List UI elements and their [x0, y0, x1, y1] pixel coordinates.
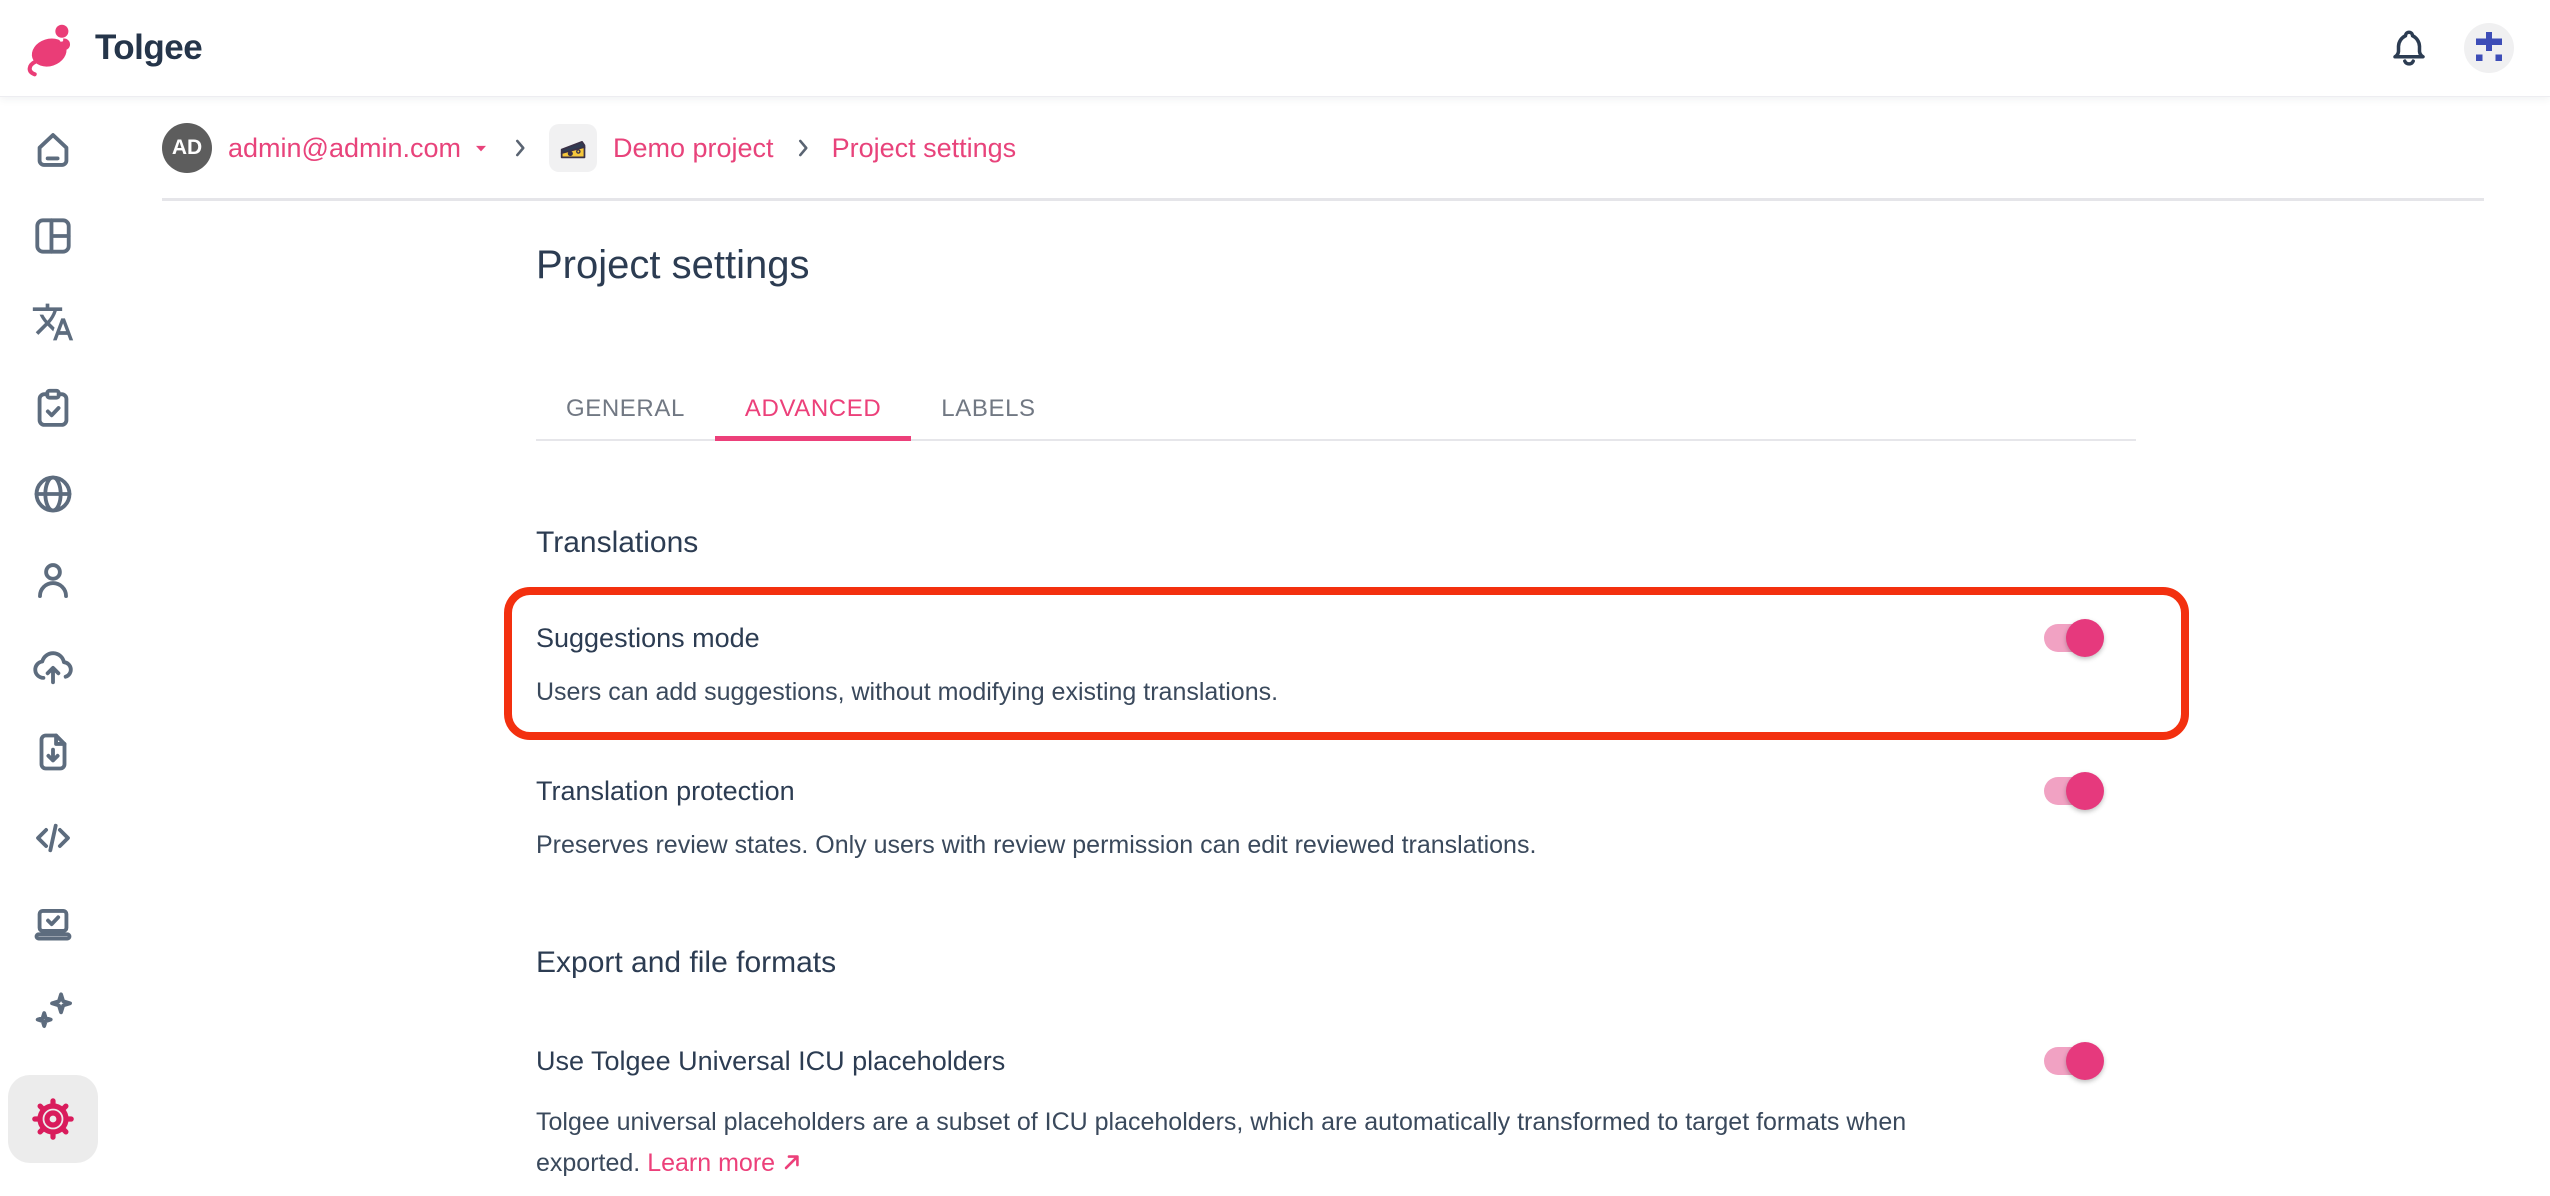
cheese-emoji-icon	[557, 132, 589, 164]
setting-label: Use Tolgee Universal ICU placeholders	[536, 1044, 1966, 1078]
user-initials-avatar[interactable]: AD	[162, 123, 212, 173]
tab-labels[interactable]: LABELS	[911, 379, 1065, 439]
home-icon	[30, 127, 76, 173]
sidebar-item-export[interactable]	[8, 709, 98, 795]
brand-name: Tolgee	[95, 28, 202, 68]
laptop-check-icon	[30, 901, 76, 947]
setting-label: Translation protection	[536, 774, 1536, 808]
main-content: AD admin@admin.com	[106, 97, 2550, 1196]
bell-icon	[2388, 27, 2430, 69]
tasks-clipboard-check-icon	[30, 385, 76, 431]
sidebar-item-translations[interactable]	[8, 279, 98, 365]
caret-down-icon	[471, 138, 491, 158]
learn-more-link[interactable]: Learn more	[647, 1149, 805, 1177]
chevron-right-icon	[507, 135, 533, 161]
top-bar: Tolgee	[0, 0, 2550, 97]
section-title-translations: Translations	[536, 524, 2136, 562]
sidebar-item-home[interactable]	[8, 107, 98, 193]
export-file-download-icon	[30, 729, 76, 775]
setting-description: Users can add suggestions, without modif…	[536, 676, 1278, 708]
section-title-export: Export and file formats	[536, 944, 2136, 982]
tab-advanced[interactable]: ADVANCED	[715, 379, 911, 439]
setting-description: Tolgee universal placeholders are a subs…	[536, 1102, 1966, 1184]
translate-icon	[31, 300, 75, 344]
setting-description: Preserves review states. Only users with…	[536, 829, 1536, 861]
sidebar	[0, 97, 106, 1196]
sidebar-item-import[interactable]	[8, 623, 98, 709]
breadcrumb: AD admin@admin.com	[162, 123, 2550, 173]
tolgee-mouse-logo-icon	[22, 19, 80, 77]
translation-protection-toggle[interactable]	[2044, 772, 2100, 810]
icu-placeholders-toggle[interactable]	[2044, 1042, 2100, 1080]
page-title: Project settings	[536, 241, 2136, 289]
sidebar-item-ai[interactable]	[8, 967, 98, 1053]
import-cloud-upload-icon	[30, 643, 76, 689]
breadcrumb-current-page: Project settings	[832, 133, 1017, 164]
highlight-annotation-box: Suggestions mode Users can add suggestio…	[504, 587, 2189, 740]
setting-row-translation-protection: Translation protection Preserves review …	[536, 774, 2136, 861]
setting-label: Suggestions mode	[536, 621, 1278, 655]
dashboard-icon	[30, 213, 76, 259]
notifications-button[interactable]	[2384, 23, 2434, 73]
breadcrumb-divider	[162, 198, 2484, 201]
setting-row-icu-placeholders: Use Tolgee Universal ICU placeholders To…	[536, 1044, 2136, 1184]
suggestions-mode-toggle[interactable]	[2044, 619, 2100, 657]
chevron-right-icon	[790, 135, 816, 161]
ai-sparkles-icon	[30, 987, 76, 1033]
project-avatar	[549, 124, 597, 172]
sidebar-item-dashboard[interactable]	[8, 193, 98, 279]
sidebar-item-settings[interactable]	[8, 1075, 98, 1163]
settings-gear-icon	[29, 1095, 77, 1143]
breadcrumb-project-link[interactable]: Demo project	[613, 133, 774, 164]
brand[interactable]: Tolgee	[22, 19, 202, 77]
external-link-arrow-icon	[775, 1149, 805, 1177]
settings-tabs: GENERAL ADVANCED LABELS	[536, 379, 2136, 441]
sidebar-item-tasks[interactable]	[8, 365, 98, 451]
globe-languages-icon	[30, 471, 76, 517]
tab-general[interactable]: GENERAL	[536, 379, 715, 439]
sidebar-item-members[interactable]	[8, 537, 98, 623]
breadcrumb-organization[interactable]: admin@admin.com	[228, 133, 491, 164]
members-user-icon	[30, 557, 76, 603]
integrate-code-icon	[30, 815, 76, 861]
user-avatar[interactable]	[2464, 23, 2514, 73]
sidebar-item-languages[interactable]	[8, 451, 98, 537]
setting-row-suggestions-mode: Suggestions mode Users can add suggestio…	[536, 621, 2100, 708]
sidebar-item-devtools[interactable]	[8, 881, 98, 967]
sidebar-item-integrate[interactable]	[8, 795, 98, 881]
pixel-identicon-icon	[2473, 32, 2505, 64]
